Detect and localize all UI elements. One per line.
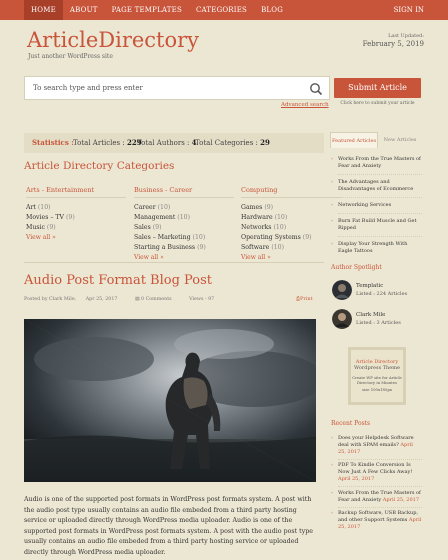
list-item[interactable]: › Works From the True Masters of Fear and… xyxy=(331,152,422,175)
category-column: Arts - Entertainment Art (10) Movies – T… xyxy=(26,186,126,243)
category-item[interactable]: Networks (10) xyxy=(241,223,341,233)
search-icon[interactable] xyxy=(309,82,323,96)
avatar xyxy=(332,280,352,300)
divider xyxy=(24,262,324,263)
site-logo[interactable]: ArticleDirectory xyxy=(27,28,199,52)
category-heading[interactable]: Arts - Entertainment xyxy=(26,186,126,198)
category-item[interactable]: Sales (9) xyxy=(134,223,234,233)
last-updated-label: Last Updated: xyxy=(388,33,424,39)
total-articles: Total Articles : 229 xyxy=(73,133,142,153)
ad-description: Create WP site for Article Directory in … xyxy=(352,375,402,385)
total-categories-label: Total Categories : xyxy=(195,139,258,147)
category-item[interactable]: Hardware (10) xyxy=(241,213,341,223)
nav-about[interactable]: ABOUT xyxy=(63,0,105,20)
list-item[interactable]: › The Advantages and Disadvantages of Eco… xyxy=(331,175,422,198)
author-name[interactable]: Templatic xyxy=(356,283,383,289)
post-body: Audio is one of the supported post forma… xyxy=(24,496,314,556)
top-navbar: HOME ABOUT PAGE TEMPLATES CATEGORIES BLO… xyxy=(0,0,448,20)
tab-featured-articles[interactable]: Featured Articles xyxy=(330,132,378,148)
author-card[interactable]: Clark Mile Listed : 3 Articles xyxy=(332,309,422,331)
article-tabs: Featured Articles New Articles xyxy=(330,132,422,148)
ad-size: size 100x185px xyxy=(362,387,392,392)
nav-home[interactable]: HOME xyxy=(24,0,63,20)
sign-in-link[interactable]: SIGN IN xyxy=(394,0,424,20)
post-meta: Posted by Clark Mile, Apr 25, 2017 ▤ 0 C… xyxy=(24,297,222,302)
category-heading[interactable]: Computing xyxy=(241,186,341,198)
featured-articles-list: › Works From the True Masters of Fear and… xyxy=(331,152,422,259)
post-featured-image xyxy=(24,319,316,482)
category-item[interactable]: Starting a Business (9) xyxy=(134,243,234,253)
view-all-link[interactable]: View all » xyxy=(26,233,126,243)
category-item[interactable]: Sales – Marketing (10) xyxy=(134,233,234,243)
list-item[interactable]: › Works From the True Masters of Fear and… xyxy=(331,487,422,508)
category-item[interactable]: Operating Systems (9) xyxy=(241,233,341,243)
recent-posts-title: Recent Posts xyxy=(331,420,371,427)
advertisement-banner[interactable]: Article Directory Wordpress Theme Create… xyxy=(348,347,406,405)
category-item[interactable]: Software (10) xyxy=(241,243,341,253)
site-tagline: Just another WordPress site xyxy=(28,53,113,60)
category-item[interactable]: Music (9) xyxy=(26,223,126,233)
author-count: Listed : 224 Articles xyxy=(356,291,408,297)
ad-subtitle: Wordpress Theme xyxy=(354,365,400,371)
list-item[interactable]: › Does your Helpdesk Software deal with S… xyxy=(331,432,422,460)
list-item[interactable]: › Burn Fat Build Muscle and Get Ripped xyxy=(331,214,422,237)
post-comments[interactable]: ▤ 0 Comments xyxy=(135,297,180,302)
avatar xyxy=(332,309,352,329)
list-item[interactable]: › Networking Services xyxy=(331,198,422,214)
category-item[interactable]: Games (9) xyxy=(241,203,341,213)
main-nav: HOME ABOUT PAGE TEMPLATES CATEGORIES BLO… xyxy=(24,0,290,20)
search-placeholder: To search type and press enter xyxy=(33,84,143,92)
post-title[interactable]: Audio Post Format Blog Post xyxy=(24,273,212,288)
search-input[interactable]: To search type and press enter xyxy=(24,76,330,100)
author-spotlight-title: Author Spotlight xyxy=(331,264,382,271)
author-count: Listed : 3 Articles xyxy=(356,320,401,326)
list-item[interactable]: › PDF To Kindle Conversion Is Now Just A … xyxy=(331,460,422,487)
list-item[interactable]: › Display Your Strength With Eagle Tattoo… xyxy=(331,237,422,259)
author-card[interactable]: Templatic Listed : 224 Articles xyxy=(332,280,422,302)
category-item[interactable]: Movies – TV (9) xyxy=(26,213,126,223)
total-authors: Total Authors : 4 xyxy=(137,133,197,153)
nav-categories[interactable]: CATEGORIES xyxy=(189,0,254,20)
statistics-title: Statistics : xyxy=(32,138,74,147)
category-column: Business - Career Career (10) Management… xyxy=(134,186,234,263)
last-updated-date: February 5, 2019 xyxy=(362,40,424,48)
post-author[interactable]: Posted by Clark Mile, Apr 25, 2017 xyxy=(24,297,125,302)
list-item[interactable]: › Backup Software, USB Backup, and other … xyxy=(331,508,422,535)
category-column: Computing Games (9) Hardware (10) Networ… xyxy=(241,186,341,263)
print-link[interactable]: ⎙Print xyxy=(296,296,313,302)
category-item[interactable]: Art (10) xyxy=(26,203,126,213)
submit-article-note: Click here to submit your article xyxy=(340,101,415,106)
categories-title: Article Directory Categories xyxy=(24,160,175,172)
category-item[interactable]: Career (10) xyxy=(134,203,234,213)
submit-article-button[interactable]: Submit Article xyxy=(334,78,421,98)
total-authors-label: Total Authors : xyxy=(137,139,190,147)
last-updated: Last Updated: February 5, 2019 xyxy=(363,33,424,48)
statistics-bar: Statistics : Total Articles : 229 Total … xyxy=(24,133,324,153)
tab-new-articles[interactable]: New Articles xyxy=(378,132,422,148)
post-views: Views - 97 xyxy=(189,297,215,302)
author-name[interactable]: Clark Mile xyxy=(356,312,385,318)
total-categories-value: 29 xyxy=(260,138,270,147)
total-categories: Total Categories : 29 xyxy=(195,133,270,153)
category-heading[interactable]: Business - Career xyxy=(134,186,234,198)
recent-posts-list: › Does your Helpdesk Software deal with S… xyxy=(331,432,422,535)
total-articles-label: Total Articles : xyxy=(73,139,125,147)
category-item[interactable]: Management (10) xyxy=(134,213,234,223)
nav-page-templates[interactable]: PAGE TEMPLATES xyxy=(105,0,189,20)
advanced-search-link[interactable]: Advanced search xyxy=(281,102,329,108)
nav-blog[interactable]: BLOG xyxy=(254,0,290,20)
